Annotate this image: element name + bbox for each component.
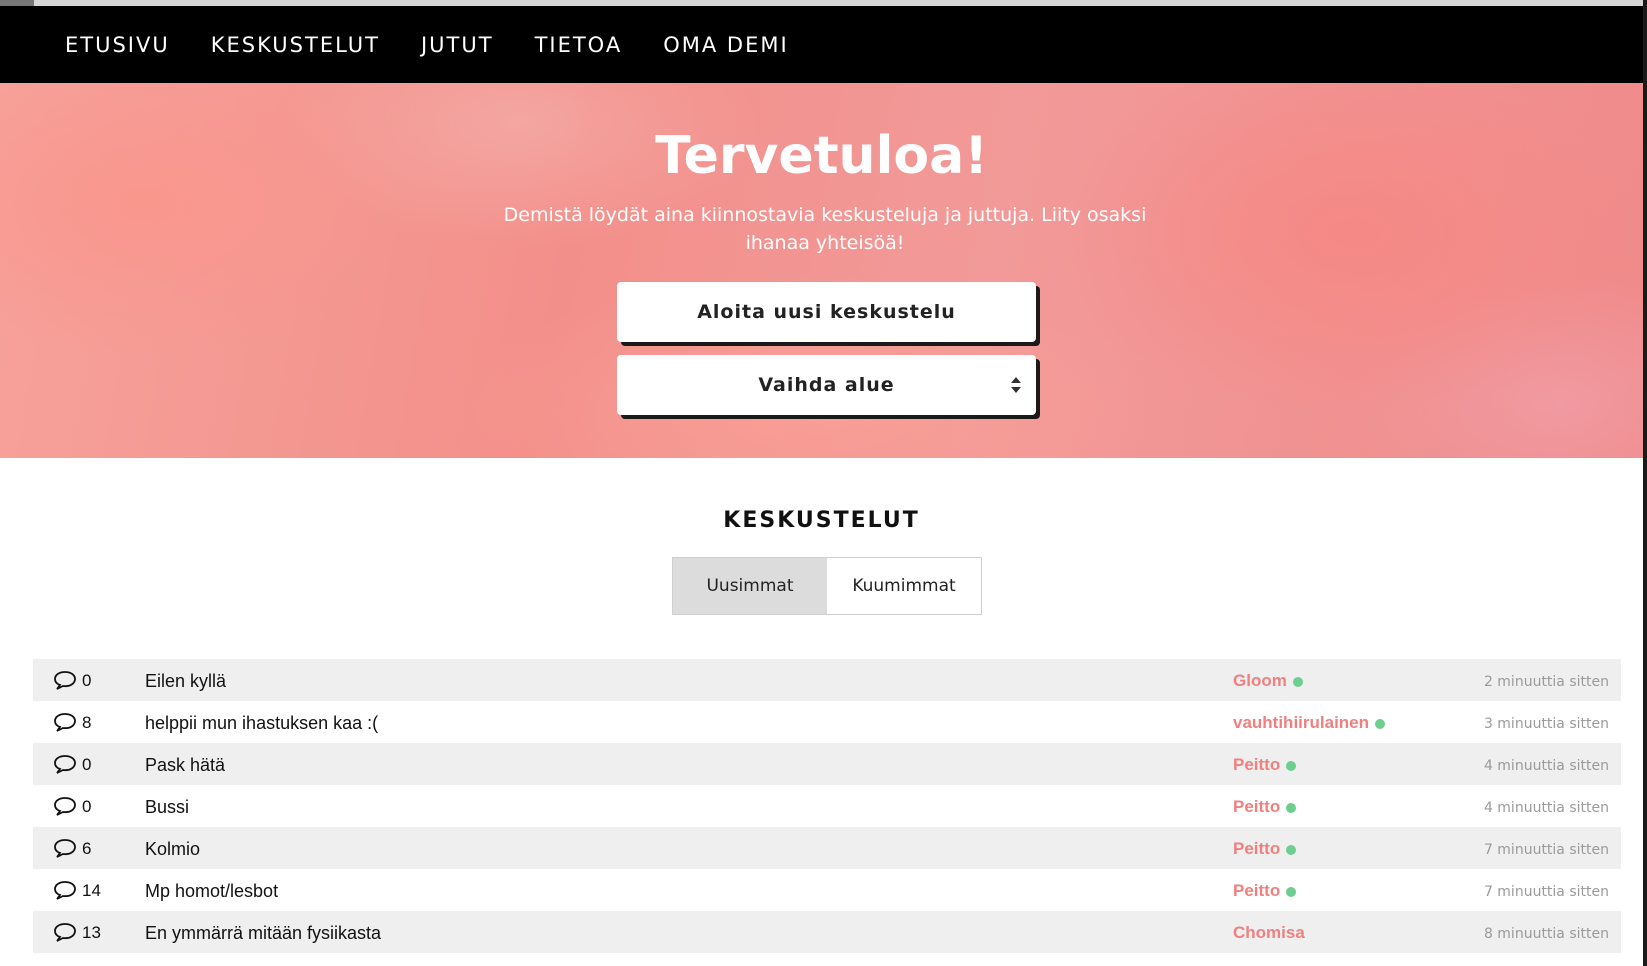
online-status-icon bbox=[1375, 718, 1386, 729]
thread-author[interactable]: vauhtihiirulainen bbox=[1233, 713, 1386, 733]
nav-item-oma-demi[interactable]: OMA DEMI bbox=[663, 33, 788, 57]
thread-timestamp: 3 minuuttia sitten bbox=[1483, 716, 1609, 732]
thread-timestamp: 4 minuuttia sitten bbox=[1483, 800, 1609, 816]
reply-count: 13 bbox=[82, 923, 101, 942]
speech-bubble-icon bbox=[54, 881, 76, 900]
nav-item-etusivu[interactable]: ETUSIVU bbox=[65, 33, 170, 57]
section-title: KESKUSTELUT bbox=[723, 508, 920, 533]
thread-author[interactable]: Chomisa bbox=[1233, 923, 1305, 943]
thread-row[interactable]: 8 helppii mun ihastuksen kaa :( vauhtihiir… bbox=[33, 701, 1621, 743]
new-thread-button[interactable]: Aloita uusi keskustelu bbox=[617, 282, 1036, 342]
online-status-icon bbox=[1286, 844, 1297, 855]
author-name: Peitto bbox=[1233, 881, 1281, 900]
hero-title: Tervetuloa! bbox=[655, 126, 988, 186]
author-name: Peitto bbox=[1233, 755, 1281, 774]
thread-timestamp: 7 minuuttia sitten bbox=[1483, 842, 1609, 858]
thread-title-link[interactable]: Pask hätä bbox=[145, 755, 225, 776]
window-right-edge bbox=[1643, 0, 1647, 966]
online-status-icon bbox=[1286, 886, 1297, 897]
speech-bubble-icon bbox=[54, 671, 76, 690]
thread-list: 0 Eilen kyllä Gloom 2 minuuttia sitten 8 help… bbox=[33, 659, 1621, 953]
author-name: Gloom bbox=[1233, 671, 1287, 690]
nav-item-jutut[interactable]: JUTUT bbox=[421, 33, 494, 57]
reply-count: 0 bbox=[82, 797, 92, 816]
hero-subtitle: Demistä löydät aina kiinnostavia keskust… bbox=[503, 204, 1147, 254]
hero-banner: Tervetuloa! Demistä löydät aina kiinnost… bbox=[0, 83, 1643, 458]
thread-row[interactable]: 6 Kolmio Peitto 7 minuuttia sitten bbox=[33, 827, 1621, 869]
main-nav: ETUSIVU KESKUSTELUT JUTUT TIETOA OMA DEM… bbox=[0, 6, 1643, 83]
area-select-label: Vaihda alue bbox=[758, 374, 895, 396]
thread-title-link[interactable]: Mp homot/lesbot bbox=[145, 881, 278, 902]
thread-timestamp: 4 minuuttia sitten bbox=[1483, 758, 1609, 774]
online-status-icon bbox=[1286, 802, 1297, 813]
online-status-icon bbox=[1292, 676, 1303, 687]
reply-count: 6 bbox=[82, 839, 92, 858]
thread-sort-tabs: Uusimmat Kuumimmat bbox=[672, 557, 982, 615]
speech-bubble-icon bbox=[54, 713, 76, 732]
thread-row[interactable]: 0 Bussi Peitto 4 minuuttia sitten bbox=[33, 785, 1621, 827]
thread-author[interactable]: Peitto bbox=[1233, 881, 1297, 901]
reply-count: 0 bbox=[82, 671, 92, 690]
thread-author[interactable]: Peitto bbox=[1233, 839, 1297, 859]
author-name: Peitto bbox=[1233, 797, 1281, 816]
thread-row[interactable]: 0 Pask hätä Peitto 4 minuuttia sitten bbox=[33, 743, 1621, 785]
new-thread-button-label: Aloita uusi keskustelu bbox=[697, 301, 956, 323]
thread-title-link[interactable]: Eilen kyllä bbox=[145, 671, 226, 692]
author-name: Peitto bbox=[1233, 839, 1281, 858]
sort-arrows-icon bbox=[1011, 377, 1021, 393]
nav-item-keskustelut[interactable]: KESKUSTELUT bbox=[211, 33, 380, 57]
author-name: vauhtihiirulainen bbox=[1233, 713, 1370, 732]
tab-uusimmat[interactable]: Uusimmat bbox=[673, 558, 827, 614]
nav-item-tietoa[interactable]: TIETOA bbox=[535, 33, 623, 57]
thread-author[interactable]: Peitto bbox=[1233, 755, 1297, 775]
reply-count: 8 bbox=[82, 713, 92, 732]
author-name: Chomisa bbox=[1233, 923, 1305, 942]
speech-bubble-icon bbox=[54, 839, 76, 858]
thread-title-link[interactable]: Kolmio bbox=[145, 839, 200, 860]
reply-count: 14 bbox=[82, 881, 101, 900]
thread-timestamp: 2 minuuttia sitten bbox=[1483, 674, 1609, 690]
thread-title-link[interactable]: En ymmärrä mitään fysiikasta bbox=[145, 923, 381, 944]
online-status-icon bbox=[1286, 760, 1297, 771]
thread-timestamp: 8 minuuttia sitten bbox=[1483, 926, 1609, 942]
speech-bubble-icon bbox=[54, 755, 76, 774]
area-select[interactable]: Vaihda alue bbox=[617, 355, 1036, 415]
thread-row[interactable]: 13 En ymmärrä mitään fysiikasta Chomisa 8 m… bbox=[33, 911, 1621, 953]
thread-timestamp: 7 minuuttia sitten bbox=[1483, 884, 1609, 900]
thread-row[interactable]: 0 Eilen kyllä Gloom 2 minuuttia sitten bbox=[33, 659, 1621, 701]
thread-title-link[interactable]: helppii mun ihastuksen kaa :( bbox=[145, 713, 378, 734]
thread-title-link[interactable]: Bussi bbox=[145, 797, 189, 818]
reply-count: 0 bbox=[82, 755, 92, 774]
thread-author[interactable]: Peitto bbox=[1233, 797, 1297, 817]
tab-kuumimmat[interactable]: Kuumimmat bbox=[827, 558, 981, 614]
speech-bubble-icon bbox=[54, 797, 76, 816]
thread-row[interactable]: 14 Mp homot/lesbot Peitto 7 minuuttia sitte… bbox=[33, 869, 1621, 911]
thread-author[interactable]: Gloom bbox=[1233, 671, 1303, 691]
speech-bubble-icon bbox=[54, 923, 76, 942]
